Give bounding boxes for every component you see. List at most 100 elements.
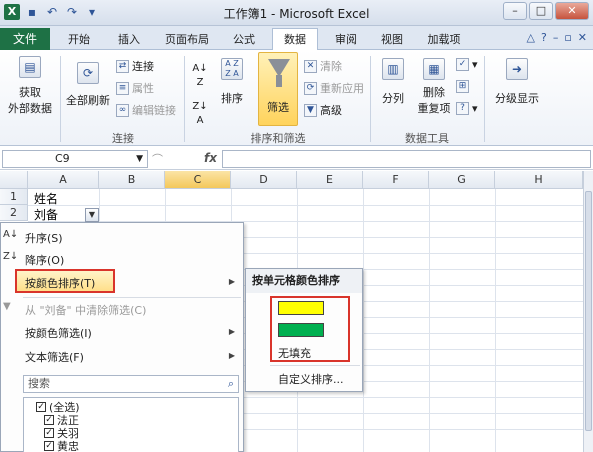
list-item-label: 黄忠 <box>57 440 79 452</box>
outline-button[interactable]: ➜ 分级显示 <box>490 58 544 106</box>
refresh-all-label: 全部刷新 <box>66 94 110 107</box>
menu-item-filter-by-color[interactable]: 按颜色筛选(I) <box>25 325 92 341</box>
menu-item-text-filter[interactable]: 文本筛选(F) <box>25 349 84 365</box>
tab-insert[interactable]: 插入 <box>108 30 150 50</box>
sort-ascending-button[interactable]: A↓ Z Z↓ A <box>190 62 210 128</box>
edit-links-button[interactable]: ∞ 编辑链接 <box>116 102 176 118</box>
what-if-button[interactable]: ? ▾ <box>456 102 478 115</box>
row-header-2[interactable]: 2 <box>0 205 28 221</box>
consolidate-button[interactable]: ⊞ <box>456 80 469 93</box>
cell-a1[interactable]: 姓名 <box>34 190 58 207</box>
advanced-filter-button[interactable]: ▼ 高级 <box>304 102 342 118</box>
get-external-data-button[interactable]: ▤ 获取 外部数据 <box>4 56 56 116</box>
remove-duplicates-button[interactable]: ▦ 删除 重复项 <box>414 58 454 116</box>
filter-button[interactable]: 筛选 <box>258 52 298 126</box>
help-icon[interactable]: ? <box>541 31 547 44</box>
connections-icon: ⇄ <box>116 59 129 73</box>
formula-bar: C9 ▼ ⌒ fx <box>0 148 593 170</box>
database-icon: ▤ <box>19 56 41 78</box>
column-header-a[interactable]: A <box>28 171 99 189</box>
close-button[interactable]: ✕ <box>555 2 589 20</box>
tab-review[interactable]: 审阅 <box>326 30 366 50</box>
chevron-down-icon[interactable]: ▼ <box>136 151 143 167</box>
reapply-button[interactable]: ⟳ 重新应用 <box>304 80 364 96</box>
ribbon-tabs: 文件 开始 插入 页面布局 公式 数据 审阅 视图 加载项 △ ? – ▫ ✕ <box>0 26 593 51</box>
menu-item-clear-filter[interactable]: 从 "刘备" 中清除筛选(C) <box>25 302 146 318</box>
menu-item-sort-asc[interactable]: 升序(S) <box>25 230 63 246</box>
checkbox[interactable]: ✓ <box>44 415 54 425</box>
column-header-g[interactable]: G <box>429 171 495 189</box>
no-fill-option[interactable]: 无填充 <box>278 345 311 361</box>
column-header-d[interactable]: D <box>231 171 297 189</box>
color-swatch-green[interactable] <box>278 323 324 337</box>
column-header-c[interactable]: C <box>165 171 231 189</box>
group-connections-label: 连接 <box>112 132 134 145</box>
dropdown-arrow: ▾ <box>472 58 478 71</box>
sort-za-icon: Z↓ A <box>192 101 208 126</box>
tab-data[interactable]: 数据 <box>272 28 318 51</box>
search-placeholder: 搜索 <box>28 377 50 390</box>
insert-function-icon[interactable]: fx <box>204 151 217 165</box>
tab-formulas[interactable]: 公式 <box>224 30 264 50</box>
menu-item-sort-by-color[interactable]: 按颜色排序(T) <box>25 275 95 291</box>
sort-button[interactable]: A ZZ A 排序 <box>214 58 250 106</box>
properties-icon: ≡ <box>116 81 129 95</box>
list-item[interactable]: ✓ 黄忠 <box>44 438 79 452</box>
what-if-icon: ? <box>456 102 469 115</box>
column-header-e[interactable]: E <box>297 171 363 189</box>
column-header-f[interactable]: F <box>363 171 429 189</box>
connections-label: 连接 <box>132 60 154 73</box>
refresh-all-button[interactable]: ⟳ 全部刷新 <box>64 62 112 108</box>
properties-button[interactable]: ≡ 属性 <box>116 80 154 96</box>
minimize-button[interactable]: – <box>503 2 527 20</box>
tab-page-layout[interactable]: 页面布局 <box>158 30 216 50</box>
vertical-scrollbar[interactable] <box>583 171 593 452</box>
formula-input[interactable] <box>222 150 591 168</box>
refresh-icon: ⟳ <box>77 62 99 84</box>
doc-minimize-icon[interactable]: – <box>553 31 559 44</box>
tab-home[interactable]: 开始 <box>58 30 100 50</box>
filter-label: 筛选 <box>267 101 289 114</box>
text-to-columns-icon: ▥ <box>382 58 404 80</box>
doc-close-icon[interactable]: ✕ <box>578 31 587 44</box>
tab-view[interactable]: 视图 <box>372 30 412 50</box>
data-validation-button[interactable]: ✓ ▾ <box>456 58 478 71</box>
collapse-ribbon-icon[interactable]: △ <box>527 31 535 44</box>
menu-item-sort-desc[interactable]: 降序(O) <box>25 252 64 268</box>
connections-button[interactable]: ⇄ 连接 <box>116 58 154 74</box>
row-header-1[interactable]: 1 <box>0 189 28 205</box>
checkbox[interactable]: ✓ <box>44 441 54 451</box>
clear-filter-button[interactable]: ✕ 清除 <box>304 58 342 74</box>
tab-file[interactable]: 文件 <box>0 28 50 50</box>
cell-a2[interactable]: 刘备 <box>34 206 58 223</box>
submenu-heading: 按单元格颜色排序 <box>246 269 362 293</box>
column-header-b[interactable]: B <box>99 171 165 189</box>
submenu-separator <box>270 365 360 366</box>
select-all-corner[interactable] <box>0 171 28 189</box>
checkbox[interactable]: ✓ <box>44 428 54 438</box>
color-swatch-yellow[interactable] <box>278 301 324 315</box>
data-validation-icon: ✓ <box>456 58 469 71</box>
submenu-arrow-icon: ▶ <box>228 327 235 336</box>
reapply-label: 重新应用 <box>320 82 364 95</box>
tab-addins[interactable]: 加载项 <box>418 30 470 50</box>
filter-dropdown-button[interactable]: ▼ <box>85 208 99 222</box>
menu-separator <box>23 297 241 298</box>
formula-bar-expand-icon: ⌒ <box>152 153 163 166</box>
sort-descending-icon: Z↓ <box>3 251 19 262</box>
custom-sort-option[interactable]: 自定义排序... <box>278 371 344 387</box>
search-input[interactable]: 搜索 ⌕ <box>23 375 239 393</box>
name-box-value: C9 <box>55 152 70 165</box>
name-box[interactable]: C9 ▼ <box>2 150 148 168</box>
doc-restore-icon[interactable]: ▫ <box>564 31 571 44</box>
checkbox[interactable]: ✓ <box>36 402 46 412</box>
outline-icon: ➜ <box>506 58 528 80</box>
group-data-tools-label: 数据工具 <box>405 132 449 145</box>
scrollbar-thumb[interactable] <box>585 191 592 431</box>
maximize-button[interactable]: □ <box>529 2 553 20</box>
sort-by-color-submenu: 按单元格颜色排序 无填充 自定义排序... <box>245 268 363 392</box>
column-header-h[interactable]: H <box>495 171 583 189</box>
get-external-data-label: 获取 外部数据 <box>8 86 52 115</box>
filter-value-list[interactable]: ✓ (全选) ✓ 法正 ✓ 关羽 ✓ 黄忠 <box>23 397 239 452</box>
text-to-columns-button[interactable]: ▥ 分列 <box>374 58 412 106</box>
